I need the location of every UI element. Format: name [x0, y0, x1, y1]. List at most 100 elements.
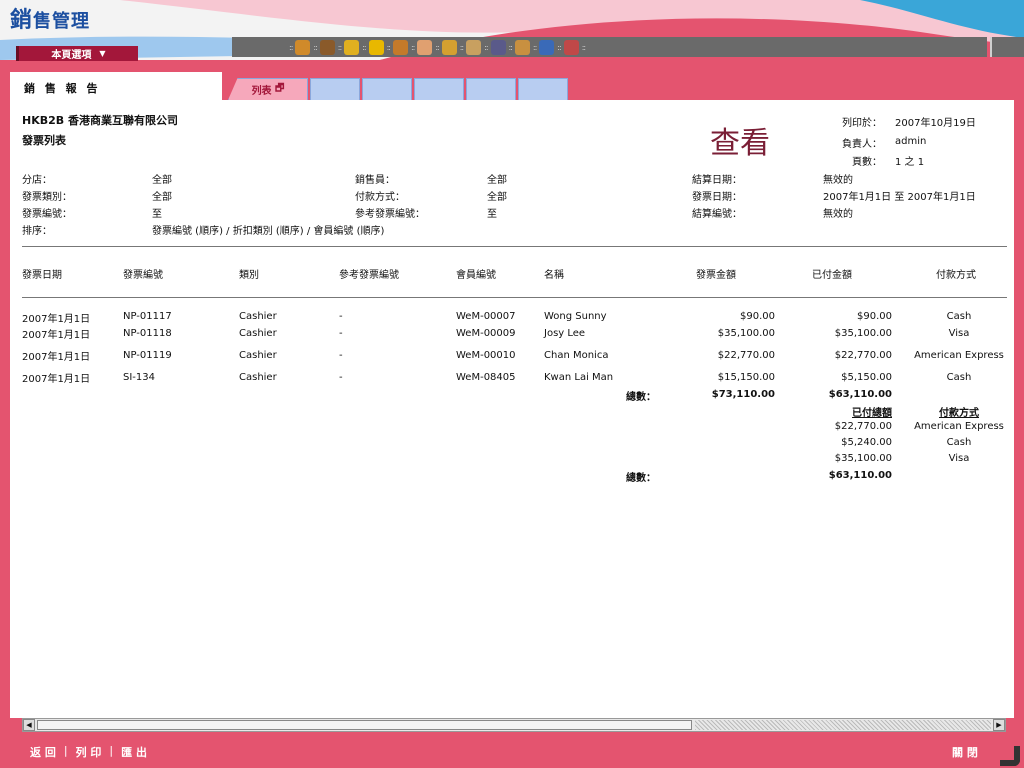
- cell-amount: $15,150.00: [717, 372, 775, 383]
- cell-name: Kwan Lai Man: [544, 372, 614, 383]
- summary-payment: American Express: [914, 421, 1004, 432]
- ref-no-label: 參考發票編號：: [355, 209, 425, 220]
- scroll-left-arrow-icon[interactable]: ◀: [23, 719, 35, 731]
- summary-paid-header: 已付總額: [852, 408, 892, 419]
- toolbar-separator: ::: [459, 42, 465, 52]
- payment-method-label: 付款方式：: [355, 192, 405, 203]
- clipboard-icon[interactable]: [466, 39, 482, 55]
- separator: |: [109, 744, 114, 757]
- cell-paid: $35,100.00: [834, 328, 892, 339]
- toolbar-separator: ::: [508, 42, 514, 52]
- cell-type: Cashier: [239, 311, 277, 322]
- tab-empty-4[interactable]: [466, 78, 516, 100]
- settle-date-label: 結算日期：: [692, 175, 742, 186]
- tab-list[interactable]: 列表 🗗: [228, 78, 308, 100]
- settle-date-value: 無效的: [823, 175, 853, 186]
- summary-paid: $35,100.00: [834, 453, 892, 464]
- cell-invoice-no: NP-01119: [123, 350, 172, 361]
- ref-no-value: 至: [487, 209, 497, 220]
- tab-empty-2[interactable]: [362, 78, 412, 100]
- toolbar-separator: ::: [410, 42, 416, 52]
- back-button[interactable]: 返 回: [30, 744, 56, 760]
- summary-total-label: 總數：: [626, 473, 656, 484]
- col-header-type: 類別: [239, 270, 259, 281]
- separator: |: [63, 744, 68, 757]
- cell-member-no: WeM-00009: [456, 328, 516, 339]
- total-label: 總數：: [626, 392, 656, 403]
- cell-ref-no: -: [339, 311, 343, 322]
- sort-value: 發票編號 (順序) / 折扣類別 (順序) / 會員編號 (順序): [152, 226, 385, 237]
- divider: [22, 246, 1007, 247]
- company-name: HKB2B 香港商業互聯有限公司: [22, 114, 178, 127]
- monitor-icon[interactable]: [539, 39, 555, 55]
- scroll-right-arrow-icon[interactable]: ▶: [993, 719, 1005, 731]
- print-button[interactable]: 列 印: [76, 744, 102, 760]
- cell-name: Wong Sunny: [544, 311, 607, 322]
- cell-type: Cashier: [239, 350, 277, 361]
- cell-amount: $90.00: [740, 311, 775, 322]
- notepad-icon[interactable]: [514, 39, 530, 55]
- export-button[interactable]: 匯 出: [121, 744, 147, 760]
- cell-date: 2007年1月1日: [22, 314, 91, 325]
- tab-empty-5[interactable]: [518, 78, 568, 100]
- cell-member-no: WeM-00010: [456, 350, 516, 361]
- cell-ref-no: -: [339, 372, 343, 383]
- window-icon: 🗗: [275, 83, 285, 94]
- cell-type: Cashier: [239, 372, 277, 383]
- summary-payment: Cash: [946, 437, 972, 448]
- cell-payment: Cash: [946, 372, 972, 383]
- cell-type: Cashier: [239, 328, 277, 339]
- invoice-no-value: 至: [152, 209, 162, 220]
- home-icon[interactable]: [392, 39, 408, 55]
- invoice-type-label: 發票類別：: [22, 192, 72, 203]
- toolbar-separator: ::: [313, 42, 318, 52]
- box-icon[interactable]: [295, 39, 311, 55]
- cell-paid: $90.00: [857, 311, 892, 322]
- col-header-ref-no: 參考發票編號: [339, 270, 399, 281]
- cell-date: 2007年1月1日: [22, 352, 91, 363]
- page-options-label: 本頁選項: [51, 50, 92, 61]
- divider: [22, 297, 1007, 298]
- scrollbar-thumb[interactable]: [37, 720, 692, 730]
- scrollbar-track[interactable]: [695, 720, 991, 730]
- users-icon[interactable]: [319, 39, 335, 55]
- salesperson-label: 銷售員：: [355, 175, 395, 186]
- owner-value: admin: [895, 136, 927, 147]
- tab-empty-3[interactable]: [414, 78, 464, 100]
- ear-icon[interactable]: [417, 39, 433, 55]
- toolbar-separator: ::: [532, 42, 538, 52]
- group-icon[interactable]: [490, 39, 506, 55]
- clock-icon[interactable]: [344, 39, 360, 55]
- view-label: 查看: [710, 126, 770, 161]
- cell-amount: $22,770.00: [717, 350, 775, 361]
- cell-invoice-no: NP-01118: [123, 328, 172, 339]
- tab-empty-1[interactable]: [310, 78, 360, 100]
- cell-name: Chan Monica: [544, 350, 609, 361]
- cell-ref-no: -: [339, 350, 343, 361]
- cell-member-no: WeM-08405: [456, 372, 516, 383]
- horizontal-scrollbar[interactable]: ◀ ▶: [22, 718, 1006, 732]
- toolbar: ::::::::::::::::::::::::::: [232, 37, 987, 57]
- report-panel: HKB2B 香港商業互聯有限公司 發票列表 查看 列印於： 2007年10月19…: [10, 100, 1014, 732]
- invoice-type-value: 全部: [152, 192, 172, 203]
- cell-paid: $5,150.00: [841, 372, 892, 383]
- sort-label: 排序：: [22, 226, 52, 237]
- resize-grip-icon[interactable]: [1000, 746, 1020, 766]
- col-header-member-no: 會員編號: [456, 270, 496, 281]
- calculator-icon[interactable]: [441, 39, 457, 55]
- close-button[interactable]: 關 閉: [952, 744, 978, 760]
- total-paid: $63,110.00: [828, 389, 892, 400]
- cell-invoice-no: NP-01117: [123, 311, 172, 322]
- cell-ref-no: -: [339, 328, 343, 339]
- coin-icon[interactable]: [368, 39, 384, 55]
- printed-label: 列印於：: [842, 118, 882, 129]
- cell-name: Josy Lee: [544, 328, 586, 339]
- toolbar-separator: ::: [557, 42, 562, 52]
- page-options-menu[interactable]: 本頁選項 ▼: [16, 46, 138, 61]
- printed-value: 2007年10月19日: [895, 118, 976, 129]
- cell-date: 2007年1月1日: [22, 374, 91, 385]
- report-title: 發票列表: [22, 134, 66, 147]
- page-label: 頁數：: [852, 157, 882, 168]
- people-icon[interactable]: [563, 39, 579, 55]
- col-header-payment: 付款方式: [936, 270, 976, 281]
